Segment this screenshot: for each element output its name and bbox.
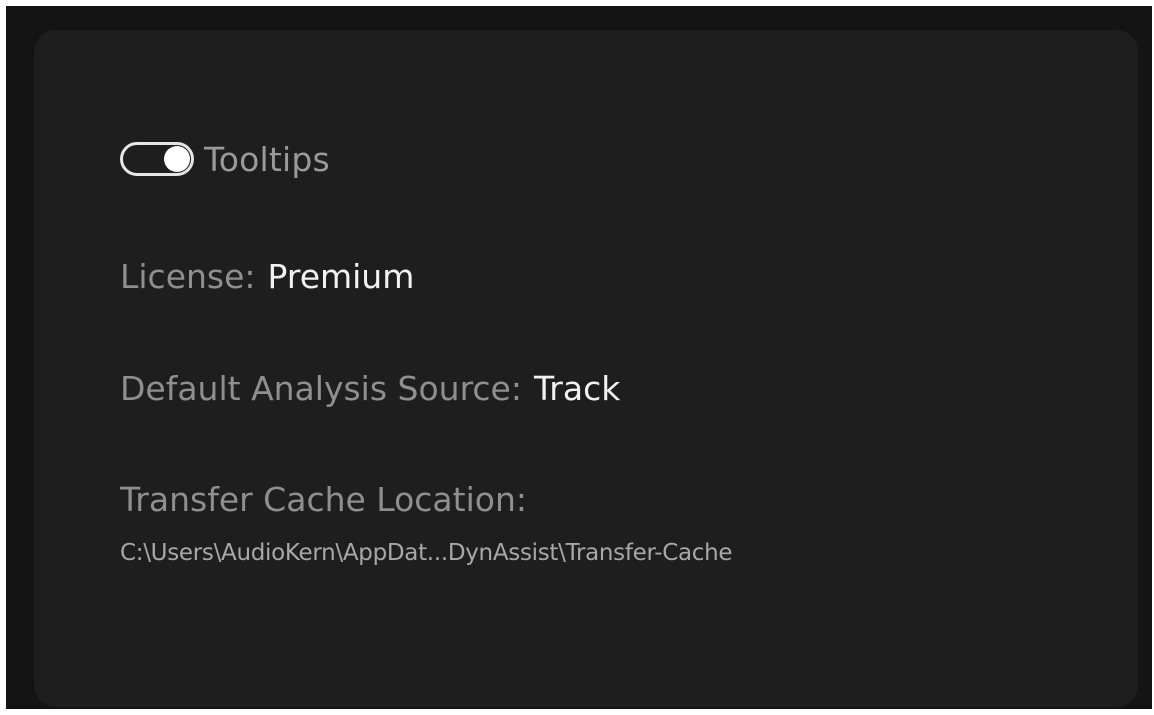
- license-label: License:: [120, 256, 256, 296]
- analysis-source-setting: Default Analysis Source: Track: [120, 364, 620, 412]
- analysis-source-value[interactable]: Track: [534, 369, 620, 408]
- analysis-source-label: Default Analysis Source:: [120, 368, 522, 408]
- tooltips-setting: Tooltips: [120, 138, 330, 180]
- window-background: Tooltips License: Premium Default Analys…: [6, 6, 1152, 709]
- tooltips-toggle[interactable]: [120, 142, 194, 176]
- cache-location-label: Transfer Cache Location:: [120, 479, 527, 519]
- cache-location-setting: Transfer Cache Location:: [120, 475, 527, 523]
- settings-panel: Tooltips License: Premium Default Analys…: [34, 30, 1138, 707]
- cache-location-path[interactable]: C:\Users\AudioKern\AppDat...DynAssist\Tr…: [120, 540, 733, 566]
- tooltips-label: Tooltips: [204, 139, 330, 179]
- license-setting: License: Premium: [120, 252, 414, 300]
- license-value: Premium: [267, 256, 415, 296]
- toggle-knob-icon: [164, 146, 190, 172]
